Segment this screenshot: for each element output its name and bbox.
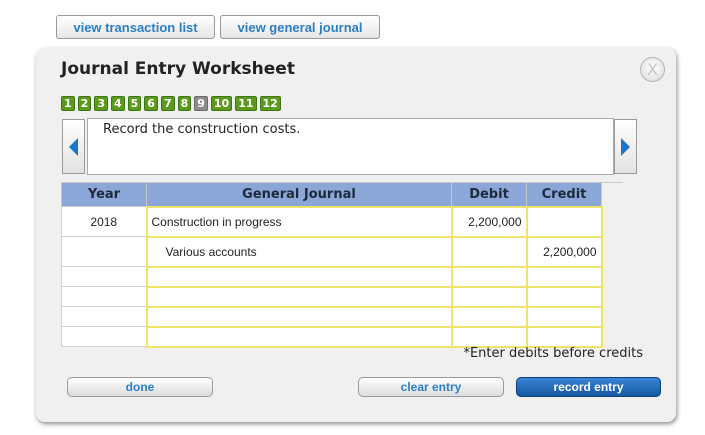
debit-input[interactable] (450, 285, 528, 308)
step-9-button-active[interactable]: 9 (194, 96, 208, 111)
table-row (61, 285, 603, 308)
column-header-debit: Debit (451, 182, 527, 207)
credit-input[interactable] (525, 285, 603, 308)
year-cell (61, 266, 147, 287)
step-5-button[interactable]: 5 (127, 96, 142, 111)
table-row: Various accounts 2,200,000 (61, 235, 603, 268)
panel-title: Journal Entry Worksheet (61, 59, 295, 79)
account-input[interactable] (145, 305, 453, 328)
column-header-year: Year (61, 182, 147, 207)
table-row: 2018 Construction in progress 2,200,000 (61, 205, 603, 238)
column-header-general-journal: General Journal (146, 182, 452, 207)
credit-input[interactable] (525, 265, 603, 288)
next-step-button[interactable] (614, 119, 637, 174)
year-cell (61, 286, 147, 307)
table-row (61, 265, 603, 288)
step-10-button[interactable]: 10 (210, 96, 233, 111)
instruction-text: Record the construction costs. (87, 118, 614, 175)
debit-input[interactable] (450, 325, 528, 348)
year-cell (61, 306, 147, 327)
step-7-button[interactable]: 7 (160, 96, 175, 111)
step-2-button[interactable]: 2 (77, 96, 92, 111)
account-input[interactable] (145, 325, 453, 348)
step-1-button[interactable]: 1 (61, 96, 75, 111)
view-general-journal-button[interactable]: view general journal (220, 15, 380, 39)
table-row (61, 305, 603, 328)
previous-step-button[interactable] (62, 119, 85, 174)
account-input[interactable]: Construction in progress (145, 205, 453, 238)
step-6-button[interactable]: 6 (144, 96, 158, 111)
credit-input[interactable]: 2,200,000 (525, 235, 603, 268)
step-4-button[interactable]: 4 (110, 96, 125, 111)
table-row (61, 325, 603, 348)
year-cell (61, 236, 147, 267)
step-8-button[interactable]: 8 (177, 96, 192, 111)
arrow-left-icon (69, 137, 78, 156)
debits-before-credits-note: *Enter debits before credits (463, 346, 643, 361)
journal-entry-worksheet-panel: Journal Entry Worksheet X 1 2 3 4 5 6 7 … (36, 48, 676, 422)
record-entry-button[interactable]: record entry (516, 377, 661, 397)
debit-input[interactable] (450, 235, 528, 268)
arrow-right-icon (621, 137, 630, 156)
account-input[interactable] (145, 285, 453, 308)
credit-input[interactable] (525, 205, 603, 238)
debit-input[interactable]: 2,200,000 (450, 205, 528, 238)
clear-entry-button[interactable]: clear entry (358, 377, 504, 397)
debit-input[interactable] (450, 265, 528, 288)
account-input[interactable]: Various accounts (145, 235, 453, 268)
step-3-button[interactable]: 3 (94, 96, 108, 111)
view-transaction-list-button[interactable]: view transaction list (56, 15, 215, 39)
column-header-credit: Credit (526, 182, 602, 207)
done-button[interactable]: done (67, 377, 213, 397)
credit-input[interactable] (525, 305, 603, 328)
header-divider (602, 182, 623, 183)
journal-table: Year General Journal Debit Credit 2018 C… (61, 182, 603, 348)
year-cell (61, 326, 147, 347)
step-12-button[interactable]: 12 (259, 96, 281, 111)
step-11-button[interactable]: 11 (235, 96, 257, 111)
year-cell: 2018 (61, 206, 147, 237)
debit-input[interactable] (450, 305, 528, 328)
account-input[interactable] (145, 265, 453, 288)
credit-input[interactable] (525, 325, 603, 348)
step-navigator: 1 2 3 4 5 6 7 8 9 10 11 12 (61, 96, 281, 111)
close-icon[interactable]: X (640, 57, 665, 82)
